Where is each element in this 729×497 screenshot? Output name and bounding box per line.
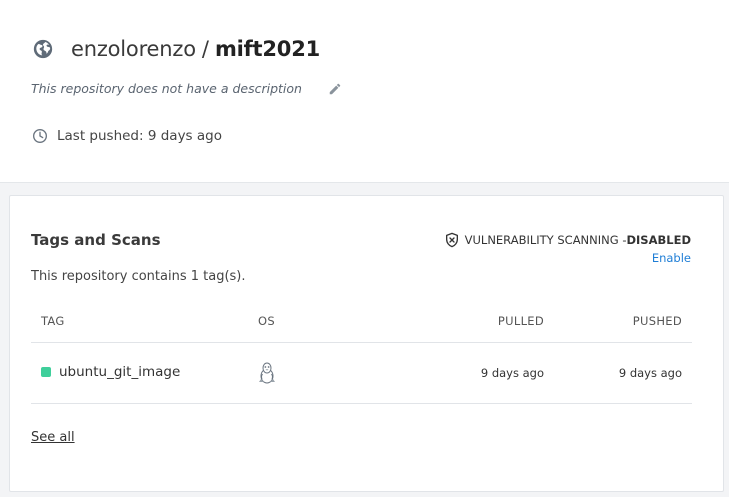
repo-separator: /: [201, 37, 209, 61]
column-header-tag: TAG: [41, 314, 65, 328]
repo-description-text: This repository does not have a descript…: [31, 80, 302, 96]
repo-title: enzolorenzo / mift2021: [32, 35, 320, 63]
tag-count-text: This repository contains 1 tag(s).: [31, 269, 246, 284]
column-header-os: OS: [258, 314, 275, 328]
last-pushed-text: Last pushed: 9 days ago: [57, 128, 222, 144]
see-all-link[interactable]: See all: [31, 430, 75, 445]
repo-description: This repository does not have a descript…: [31, 78, 342, 98]
pushed-cell: 9 days ago: [618, 366, 682, 380]
pencil-icon[interactable]: [328, 81, 342, 95]
linux-icon: [258, 362, 276, 384]
repo-name: mift2021: [214, 37, 321, 61]
pulled-cell: 9 days ago: [480, 366, 544, 380]
last-pushed: Last pushed: 9 days ago: [32, 126, 222, 146]
tag-name-link[interactable]: ubuntu_git_image: [59, 364, 180, 380]
tag-status-indicator: [41, 367, 51, 377]
clock-icon: [32, 128, 48, 144]
tags-table: TAG OS PULLED PUSHED ubuntu_git_image 9 …: [31, 306, 692, 404]
shield-x-icon: [444, 232, 460, 248]
vulnerability-status: DISABLED: [626, 233, 691, 247]
column-header-pulled: PULLED: [497, 314, 544, 328]
table-row: ubuntu_git_image 9 days ago 9 days ago: [31, 343, 692, 404]
column-header-pushed: PUSHED: [632, 314, 682, 328]
tags-and-scans-card: Tags and Scans VULNERABILITY SCANNING - …: [9, 195, 724, 492]
card-title: Tags and Scans: [31, 231, 161, 249]
tag-cell: ubuntu_git_image: [41, 364, 180, 380]
vulnerability-label: VULNERABILITY SCANNING -: [464, 233, 627, 247]
repo-owner-link[interactable]: enzolorenzo: [71, 37, 196, 61]
table-header: TAG OS PULLED PUSHED: [31, 306, 692, 343]
vulnerability-scanning-status: VULNERABILITY SCANNING - DISABLED: [444, 232, 691, 248]
globe-icon: [32, 38, 54, 60]
enable-scanning-link[interactable]: Enable: [652, 251, 691, 265]
repo-header: enzolorenzo / mift2021 This repository d…: [0, 0, 729, 183]
